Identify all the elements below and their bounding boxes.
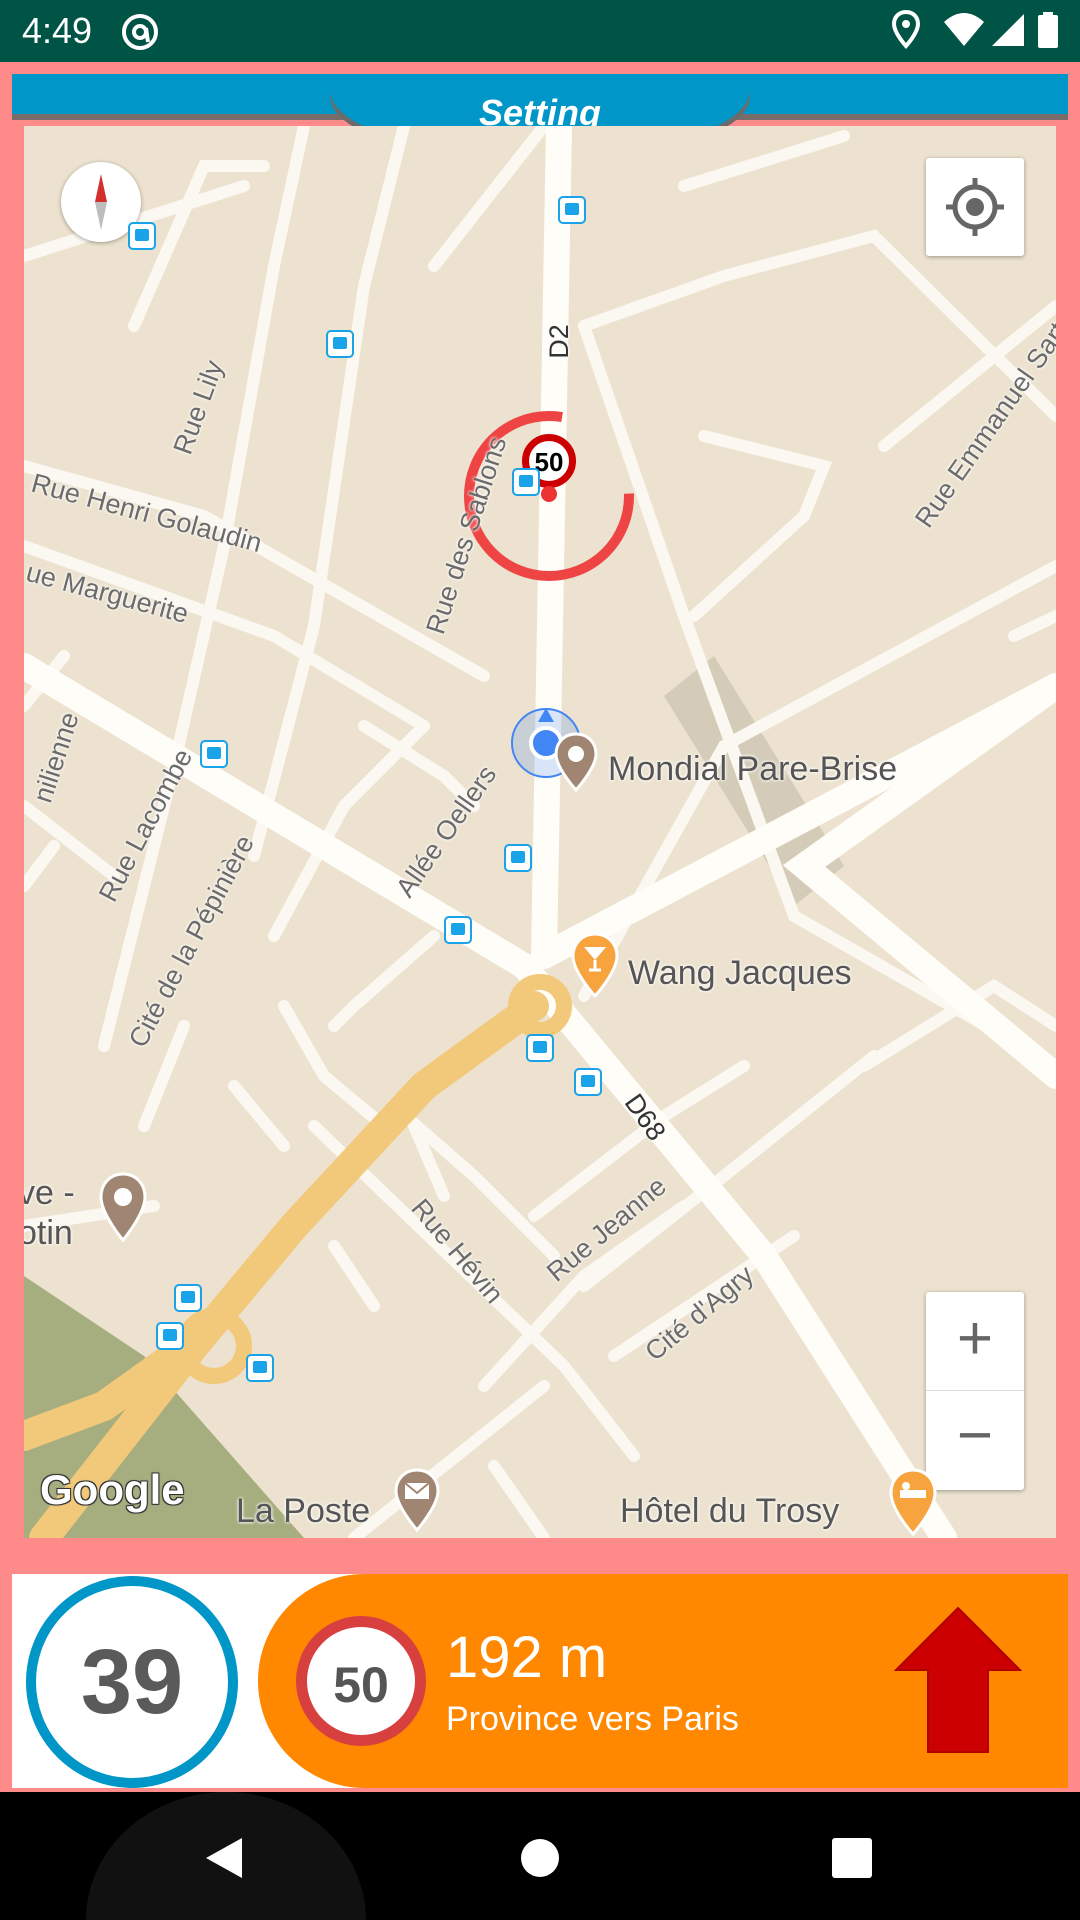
hotel-bed-icon[interactable] xyxy=(888,1468,938,1536)
home-icon[interactable] xyxy=(518,1836,562,1880)
bus-stop-icon[interactable] xyxy=(504,844,532,872)
location-icon xyxy=(892,10,920,49)
bus-stop-icon[interactable] xyxy=(512,468,540,496)
recents-icon[interactable] xyxy=(830,1836,874,1880)
bus-stop-icon[interactable] xyxy=(174,1284,202,1312)
bar-cocktail-icon[interactable] xyxy=(570,932,620,998)
back-icon[interactable] xyxy=(200,1834,248,1882)
street-label: D2 xyxy=(543,324,574,359)
at-sign-icon xyxy=(122,14,158,50)
google-logo: Google xyxy=(40,1466,185,1513)
crosshair-icon xyxy=(946,178,1004,236)
cell-signal-icon xyxy=(992,14,1024,46)
bus-stop-icon[interactable] xyxy=(326,330,354,358)
speed-camera-dot xyxy=(541,486,557,502)
speed-limit-value: 50 xyxy=(333,1657,389,1713)
direction-label: Province vers Paris xyxy=(446,1700,739,1738)
battery-icon xyxy=(1038,12,1058,48)
zoom-out-button[interactable]: − xyxy=(926,1391,1024,1490)
my-location-button[interactable] xyxy=(926,158,1024,256)
arrow-up-icon xyxy=(894,1606,1022,1753)
post-office-icon[interactable] xyxy=(394,1468,440,1532)
status-time: 4:49 xyxy=(22,10,93,51)
map-pin-icon[interactable] xyxy=(98,1172,148,1242)
bus-stop-icon[interactable] xyxy=(156,1322,184,1350)
poi-label-wang[interactable]: Wang Jacques xyxy=(628,954,852,993)
poi-label-mondial[interactable]: Mondial Pare-Brise xyxy=(608,750,897,789)
bus-stop-icon[interactable] xyxy=(558,196,586,224)
poi-label-cutoff: otin xyxy=(24,1214,73,1252)
bus-stop-icon[interactable] xyxy=(128,222,156,250)
poi-label-laposte[interactable]: La Poste xyxy=(236,1492,370,1531)
map-view[interactable]: 50 + − D2 Rue Lily Rue Henri Golaudin ue… xyxy=(24,126,1056,1538)
zoom-in-button[interactable]: + xyxy=(926,1292,1024,1391)
bus-stop-icon[interactable] xyxy=(200,740,228,768)
poi-label-hotel[interactable]: Hôtel du Trosy xyxy=(620,1492,839,1531)
poi-label-cutoff: ve - xyxy=(24,1174,75,1212)
current-speed-value: 39 xyxy=(80,1631,184,1733)
wifi-icon xyxy=(944,13,984,46)
bus-stop-icon[interactable] xyxy=(574,1068,602,1096)
status-bar: 4:49 xyxy=(0,0,1080,62)
bus-stop-icon[interactable] xyxy=(526,1034,554,1062)
distance-to-camera: 192 m xyxy=(446,1625,608,1690)
map-pin-icon[interactable] xyxy=(554,732,598,792)
bus-stop-icon[interactable] xyxy=(246,1354,274,1382)
zoom-controls: + − xyxy=(926,1292,1024,1490)
bus-stop-icon[interactable] xyxy=(444,916,472,944)
